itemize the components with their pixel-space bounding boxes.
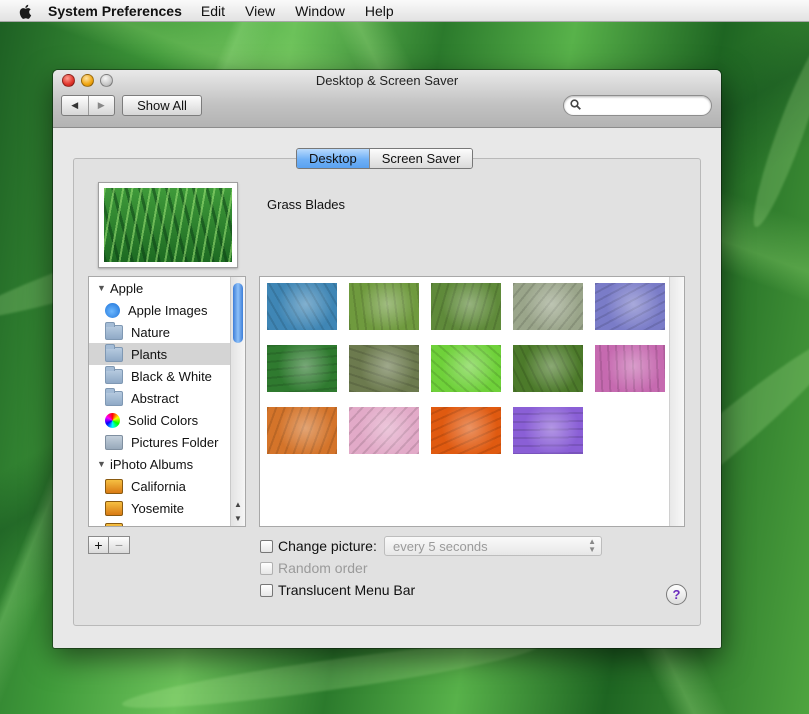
- source-item-label: Abstract: [131, 390, 179, 406]
- color-wheel-icon: [105, 412, 120, 428]
- wallpaper-thumbnail-pink-flower[interactable]: [349, 407, 419, 454]
- album-icon: [105, 478, 123, 494]
- source-item-label: California: [131, 478, 186, 494]
- source-item-partial[interactable]: [89, 519, 232, 526]
- interval-popup[interactable]: every 5 seconds ▲ ▼: [384, 536, 602, 556]
- source-item-label: Black & White: [131, 368, 212, 384]
- search-input[interactable]: [584, 98, 706, 113]
- menu-help[interactable]: Help: [365, 3, 394, 19]
- translucent-menu-bar-option[interactable]: Translucent Menu Bar: [260, 582, 415, 598]
- menu-window[interactable]: Window: [295, 3, 345, 19]
- back-arrow-icon[interactable]: ◀: [62, 96, 88, 115]
- source-list[interactable]: ▼ Apple Apple Images Nature Plants Black…: [88, 276, 246, 527]
- folder-icon: [105, 387, 123, 406]
- wallpaper-thumbnail-rose[interactable]: [431, 407, 501, 454]
- wallpaper-grass-streak: [743, 34, 809, 232]
- translucent-menu-bar-checkbox[interactable]: [260, 583, 273, 597]
- menu-view[interactable]: View: [245, 3, 275, 19]
- change-picture-option[interactable]: Change picture:: [260, 538, 377, 554]
- wallpaper-thumbnail-maple-leaves[interactable]: [267, 407, 337, 454]
- wallpaper-thumbnail-dandelion[interactable]: [513, 283, 583, 330]
- wallpaper-thumbnail-lotus[interactable]: [595, 345, 665, 392]
- remove-folder-button[interactable]: −: [109, 536, 130, 554]
- pictures-folder-icon: [105, 434, 123, 450]
- source-item-label: Solid Colors: [128, 412, 199, 428]
- source-item-plants[interactable]: Plants: [89, 343, 232, 365]
- preview-image: [104, 188, 232, 262]
- random-order-label: Random order: [278, 560, 368, 576]
- show-all-button[interactable]: Show All: [122, 95, 202, 116]
- folder-icon: [105, 365, 123, 384]
- preferences-window: Desktop & Screen Saver ◀ ▶ Show All Desk…: [53, 70, 721, 648]
- translucent-menu-bar-label: Translucent Menu Bar: [278, 582, 416, 598]
- source-item-california[interactable]: California: [89, 475, 232, 497]
- updown-chevron-icon: ▲ ▼: [588, 537, 596, 554]
- folder-icon: [105, 321, 123, 340]
- group-header-iphoto-albums[interactable]: ▼ iPhoto Albums: [89, 453, 232, 475]
- change-picture-label: Change picture:: [278, 538, 377, 554]
- group-header-apple[interactable]: ▼ Apple: [89, 277, 232, 299]
- source-item-pictures-folder[interactable]: Pictures Folder: [89, 431, 232, 453]
- help-button[interactable]: ?: [666, 584, 687, 605]
- image-grid-scrollbar[interactable]: [669, 277, 684, 526]
- scroll-up-arrow-icon[interactable]: ▲: [231, 497, 245, 511]
- interval-value: every 5 seconds: [393, 538, 488, 554]
- window-title: Desktop & Screen Saver: [315, 73, 459, 88]
- wallpaper-thumbnail-moss[interactable]: [513, 345, 583, 392]
- search-field[interactable]: [563, 95, 712, 116]
- source-item-label: Yosemite: [131, 500, 184, 516]
- group-label: Apple: [110, 280, 144, 296]
- wallpaper-thumbnail-daisies[interactable]: [431, 283, 501, 330]
- source-item-label: Plants: [131, 346, 168, 362]
- source-list-scrollbar[interactable]: ▲ ▼: [230, 277, 245, 526]
- group-label: iPhoto Albums: [110, 456, 194, 472]
- current-picture-name: Grass Blades: [267, 197, 346, 212]
- wallpaper-thumbnail-agave[interactable]: [267, 283, 337, 330]
- source-item-apple-images[interactable]: Apple Images: [89, 299, 232, 321]
- folder-icon: [105, 343, 123, 362]
- add-remove-buttons: + −: [88, 536, 130, 554]
- scrollbar-thumb[interactable]: [233, 283, 243, 343]
- navigation-buttons: ◀ ▶: [61, 95, 115, 116]
- apple-logo-icon: [105, 302, 120, 318]
- tab-desktop[interactable]: Desktop: [297, 149, 369, 168]
- random-order-checkbox[interactable]: [260, 561, 273, 575]
- menu-app-name[interactable]: System Preferences: [48, 3, 182, 19]
- wallpaper-thumbnail-purple-petals[interactable]: [513, 407, 583, 454]
- magnifier-icon: [570, 99, 581, 110]
- tab-bar: Desktop Screen Saver: [296, 148, 474, 169]
- disclosure-triangle-icon[interactable]: ▼: [97, 459, 106, 469]
- add-folder-button[interactable]: +: [88, 536, 109, 554]
- image-grid[interactable]: [259, 276, 685, 527]
- menu-edit[interactable]: Edit: [201, 3, 225, 19]
- menu-bar: System Preferences Edit View Window Help: [0, 0, 809, 22]
- title-bar: Desktop & Screen Saver ◀ ▶ Show All: [53, 70, 721, 128]
- source-item-label: Nature: [131, 324, 171, 340]
- random-order-option[interactable]: Random order: [260, 560, 368, 576]
- current-picture-preview[interactable]: [98, 182, 238, 268]
- album-icon: [105, 522, 123, 526]
- source-item-label: Pictures Folder: [131, 434, 219, 450]
- wallpaper-thumbnail-grass-blades[interactable]: [267, 345, 337, 392]
- wallpaper-thumbnail-meadow[interactable]: [349, 345, 419, 392]
- disclosure-triangle-icon[interactable]: ▼: [97, 283, 106, 293]
- apple-icon[interactable]: [18, 3, 34, 19]
- source-item-yosemite[interactable]: Yosemite: [89, 497, 232, 519]
- forward-arrow-icon[interactable]: ▶: [87, 96, 115, 115]
- change-picture-checkbox[interactable]: [260, 539, 273, 553]
- tab-screen-saver[interactable]: Screen Saver: [368, 149, 473, 168]
- source-item-label: Apple Images: [128, 302, 208, 318]
- album-icon: [105, 500, 123, 516]
- source-item-abstract[interactable]: Abstract: [89, 387, 232, 409]
- wallpaper-thumbnail-green-leaf[interactable]: [431, 345, 501, 392]
- wallpaper-thumbnail-purple-dandelion[interactable]: [595, 283, 665, 330]
- source-item-solid-colors[interactable]: Solid Colors: [89, 409, 232, 431]
- scroll-down-arrow-icon[interactable]: ▼: [231, 511, 245, 525]
- source-item-black-white[interactable]: Black & White: [89, 365, 232, 387]
- wallpaper-thumbnail-bamboo[interactable]: [349, 283, 419, 330]
- source-item-nature[interactable]: Nature: [89, 321, 232, 343]
